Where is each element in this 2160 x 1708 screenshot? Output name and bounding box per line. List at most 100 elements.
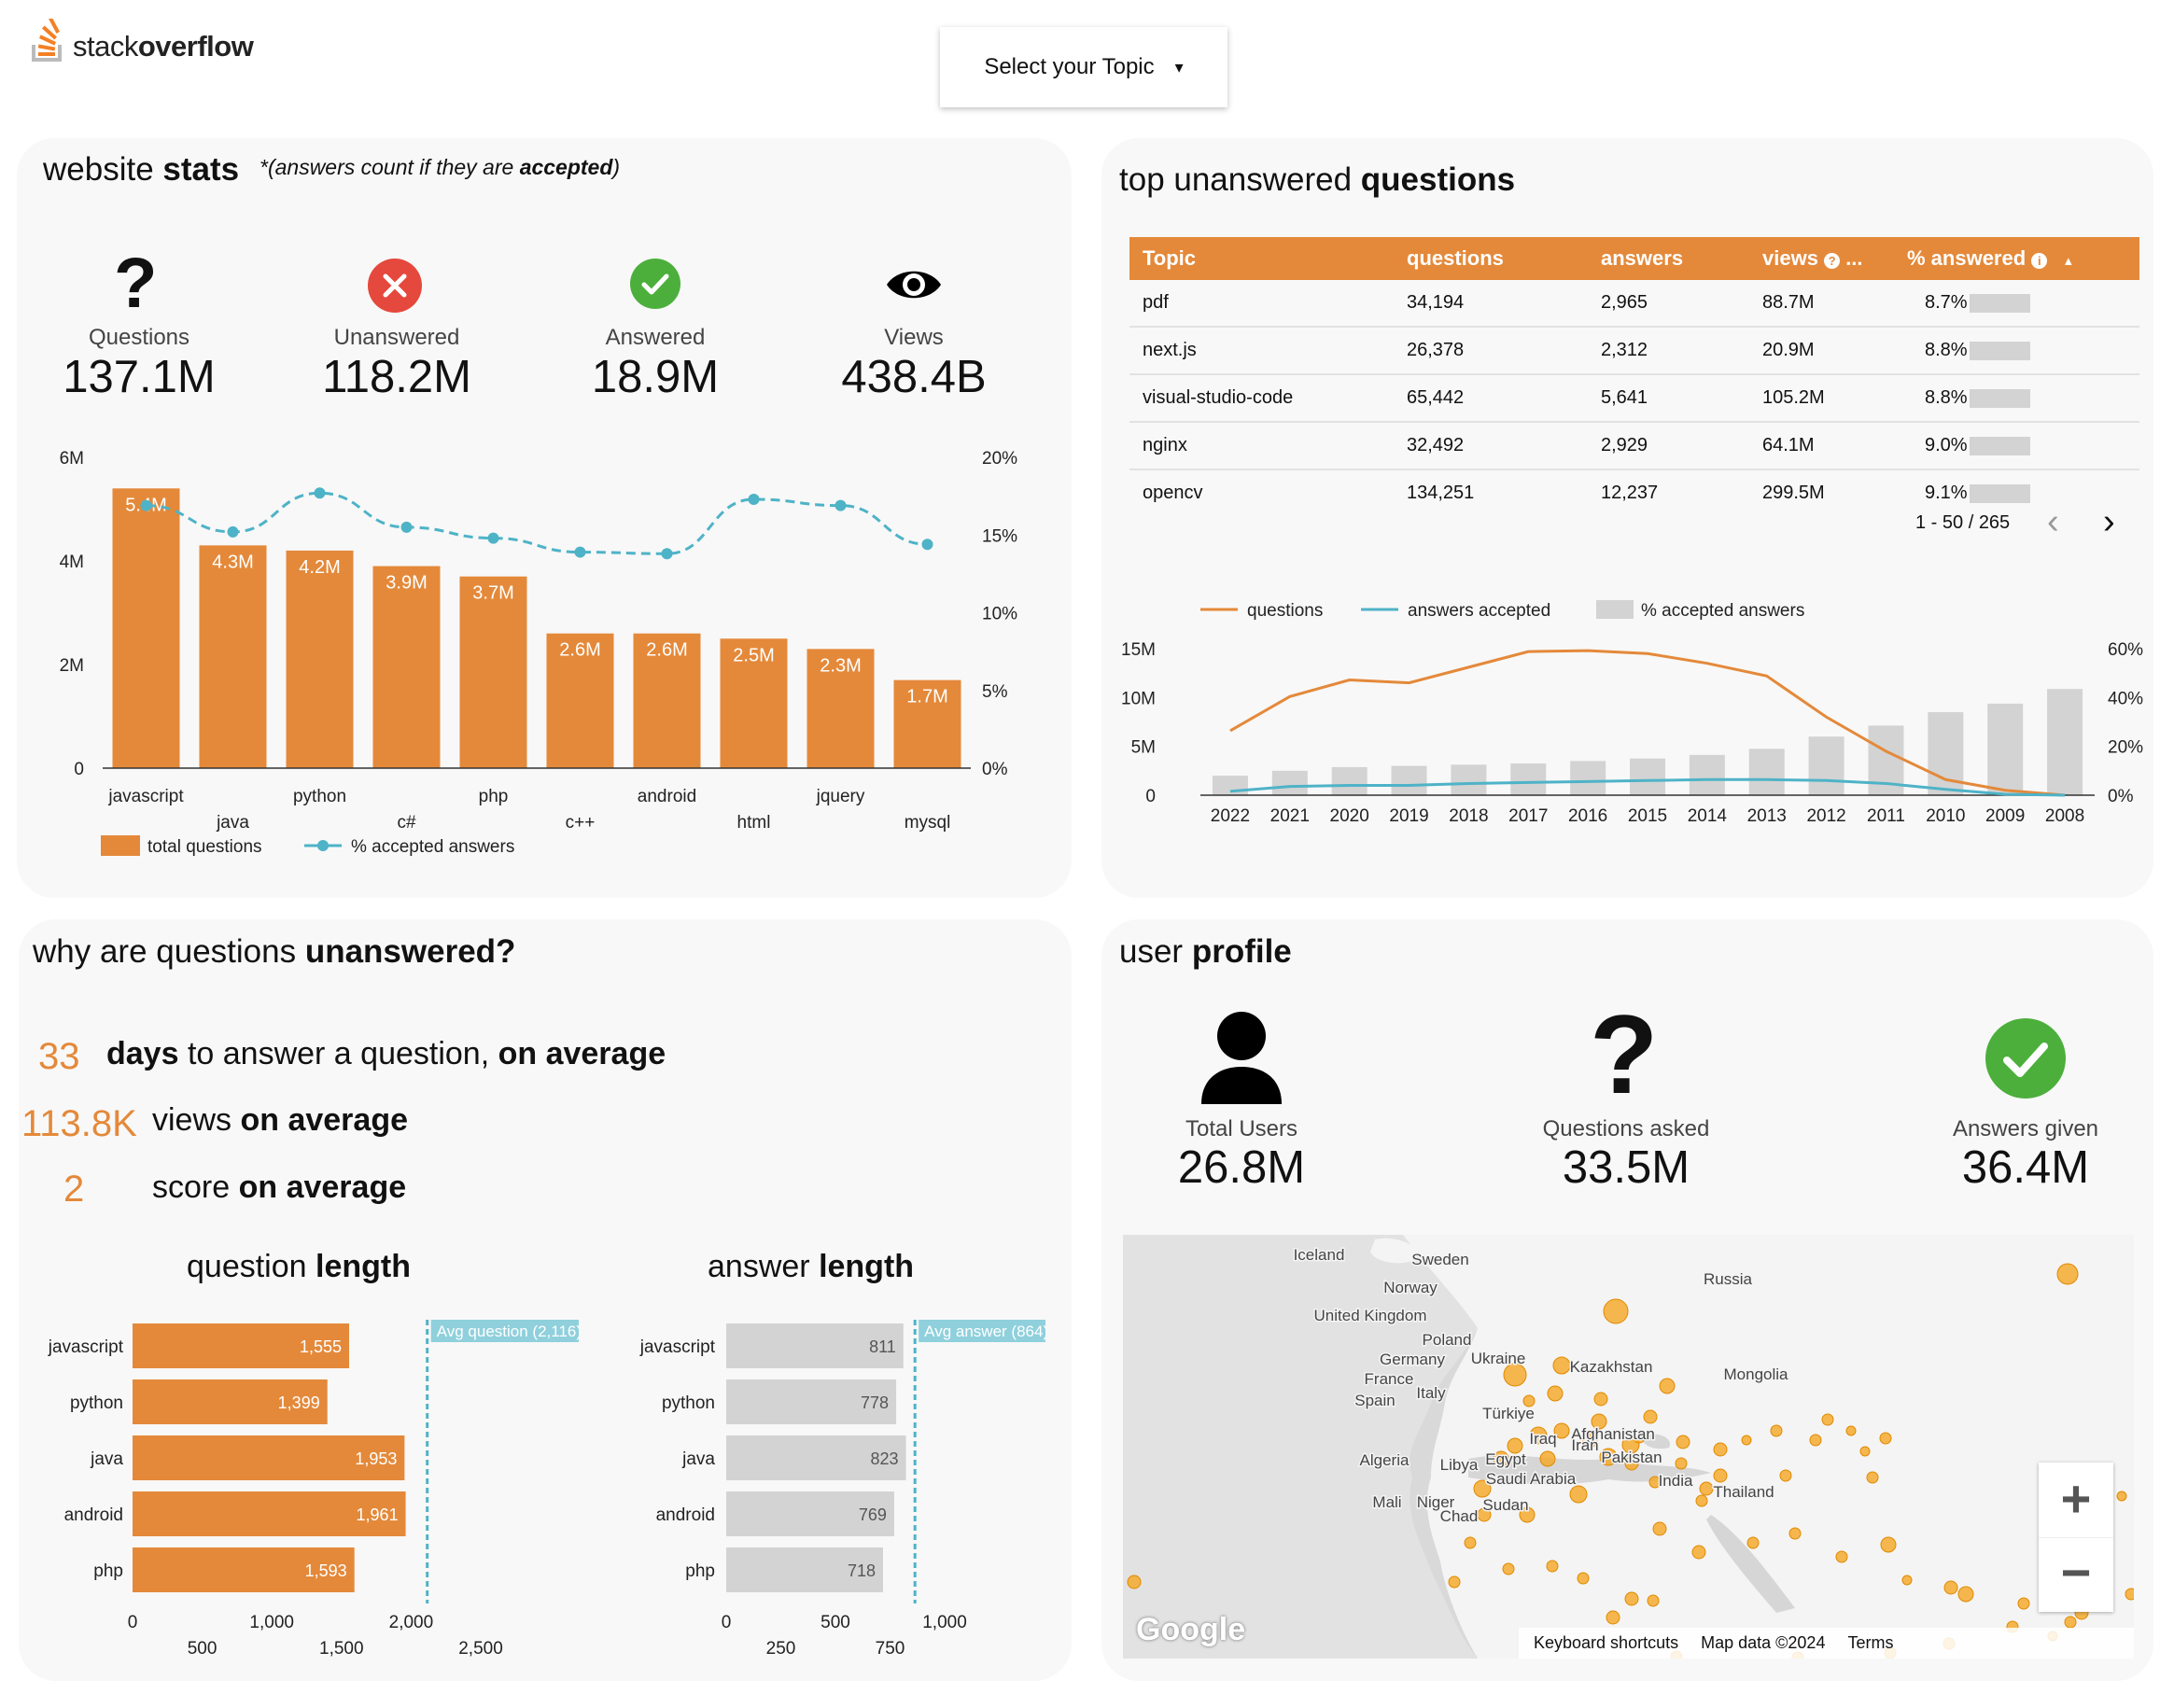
prev-page-button[interactable]: ‹: [2047, 502, 2059, 542]
y2-tick-label: 0%: [982, 760, 1008, 779]
sort-up-icon: ▲: [2062, 254, 2075, 268]
legend-swatch-pct: [1596, 600, 1634, 619]
zoom-in-button[interactable]: +: [2039, 1463, 2113, 1537]
bar: [112, 488, 180, 768]
map-country-label: Germany: [1380, 1351, 1445, 1368]
map-country-label: Chad: [1440, 1507, 1479, 1525]
bar-value-label: 2.5M: [733, 645, 774, 665]
map-canvas[interactable]: Iceland Sweden Norway Russia United Kingdom P…: [1123, 1235, 2134, 1659]
table-row[interactable]: pdf 34,194 2,965 88.7M 8.7%: [1129, 280, 2139, 328]
bar-value-label: 769: [859, 1505, 887, 1524]
bar-value-label: 2.6M: [559, 640, 600, 661]
user-map[interactable]: Iceland Sweden Norway Russia United Kingdom P…: [1123, 1235, 2134, 1659]
legend-answers-accepted: answers accepted: [1408, 601, 1550, 621]
bar: [1570, 761, 1606, 795]
map-country-label: Türkiye: [1482, 1405, 1535, 1422]
map-dot: [1879, 1432, 1892, 1445]
map-dot: [1577, 1572, 1590, 1585]
x-tick-label: 2012: [1806, 806, 1845, 826]
unanswered-table: Topic questions answers views ? ... % an…: [1129, 237, 2139, 516]
map-country-label: Sudan: [1482, 1496, 1528, 1514]
y2-tick-label: 10%: [982, 605, 1017, 624]
answers-given-label: Answers given: [1952, 1116, 2099, 1141]
x-tick-label: 2009: [1985, 806, 2025, 826]
avg-score-text: score on average: [152, 1169, 407, 1205]
bar-value-label: 1,399: [278, 1393, 320, 1412]
legend-pct-accepted: % accepted answers: [1641, 601, 1804, 621]
x-tick-label: 2017: [1508, 806, 1548, 826]
map-dot: [2064, 1616, 2077, 1629]
y2-tick-label: 20%: [982, 449, 1017, 469]
map-country-label: Algeria: [1360, 1451, 1410, 1469]
x-tick-label: 1,500: [319, 1639, 364, 1659]
x-tick-label: jquery: [816, 787, 865, 806]
line-point: [748, 493, 760, 505]
x-tick-label: 2020: [1330, 806, 1369, 826]
col-views[interactable]: views ? ...: [1749, 237, 1894, 280]
map-dot: [1659, 1378, 1676, 1394]
bar-value-label: 2.3M: [820, 655, 861, 676]
total-users-value: 26.8M: [1177, 1142, 1306, 1193]
map-dot: [1691, 1545, 1706, 1560]
bar-value-label: 811: [869, 1337, 896, 1356]
bar-value-label: 778: [861, 1393, 889, 1412]
avg-views-value: 113.8K: [21, 1103, 137, 1144]
line-point: [227, 525, 239, 538]
bar: [1987, 703, 2024, 795]
table-row[interactable]: nginx 32,492 2,929 64.1M 9.0%: [1129, 422, 2139, 470]
terms-link[interactable]: Terms: [1847, 1633, 1893, 1653]
line-point: [487, 532, 499, 544]
map-country-label: Mali: [1372, 1493, 1401, 1511]
bar-value-label: 3.9M: [386, 573, 427, 594]
bar: [1391, 765, 1427, 795]
x-tick-label: c++: [566, 813, 596, 833]
y-tick-label: 0: [74, 760, 84, 779]
zoom-out-button[interactable]: −: [2039, 1537, 2113, 1613]
map-country-label: France: [1365, 1370, 1414, 1388]
map-country-label: Thailand: [1713, 1483, 1774, 1501]
pct-bar: [1969, 341, 2030, 360]
line-point: [661, 548, 673, 560]
pct-bar: [1969, 388, 2030, 408]
col-pct-answered[interactable]: % answered i ▲: [1894, 237, 2139, 280]
x-tick-label: 1,000: [249, 1613, 294, 1632]
map-dot: [1741, 1435, 1752, 1446]
col-answers[interactable]: answers: [1588, 237, 1749, 280]
table-row[interactable]: visual-studio-code 65,442 5,641 105.2M 8.8%: [1129, 374, 2139, 423]
bar: [199, 545, 267, 768]
legend-accepted: % accepted answers: [351, 837, 514, 857]
col-topic[interactable]: Topic: [1129, 237, 1394, 280]
bar: [2047, 689, 2083, 795]
map-country-label: Egypt: [1485, 1450, 1526, 1468]
map-dot: [1652, 1521, 1667, 1536]
map-country-label: Mongolia: [1724, 1365, 1789, 1383]
keyboard-shortcuts-link[interactable]: Keyboard shortcuts: [1534, 1633, 1678, 1653]
line-point: [921, 539, 933, 551]
map-dot: [2056, 1263, 2079, 1285]
pagination-text: 1 - 50 / 265: [1915, 512, 2011, 533]
zoom-control: + −: [2039, 1463, 2113, 1612]
next-page-button[interactable]: ›: [2103, 502, 2115, 542]
x-tick-label: 2014: [1688, 806, 1728, 826]
x-tick-label: python: [293, 787, 346, 806]
table-row[interactable]: opencv 134,251 12,237 299.5M 9.1%: [1129, 469, 2139, 516]
x-tick-label: 0: [128, 1613, 138, 1632]
pct-bar: [1969, 436, 2030, 455]
line-point: [314, 487, 326, 499]
x-tick-label: html: [737, 813, 771, 833]
col-questions[interactable]: questions: [1394, 237, 1588, 280]
table-row[interactable]: next.js 26,378 2,312 20.9M 8.8%: [1129, 327, 2139, 375]
y2-tick-label: 20%: [2108, 738, 2143, 758]
top-unanswered-title: top unanswered questions: [1119, 161, 1516, 198]
y2-tick-label: 5%: [982, 682, 1008, 702]
map-dot: [1821, 1413, 1834, 1426]
x-tick-label: 750: [876, 1639, 905, 1659]
map-country-label: Libya: [1440, 1456, 1479, 1474]
map-dot: [1779, 1469, 1792, 1482]
map-country-label: Saudi Arabia: [1486, 1470, 1577, 1488]
questions-asked-label: Questions asked: [1542, 1116, 1710, 1141]
map-dot: [1547, 1385, 1564, 1402]
reference-label: Avg answer (864): [924, 1323, 1045, 1340]
category-label: php: [93, 1561, 123, 1581]
map-dot: [1859, 1446, 1871, 1457]
